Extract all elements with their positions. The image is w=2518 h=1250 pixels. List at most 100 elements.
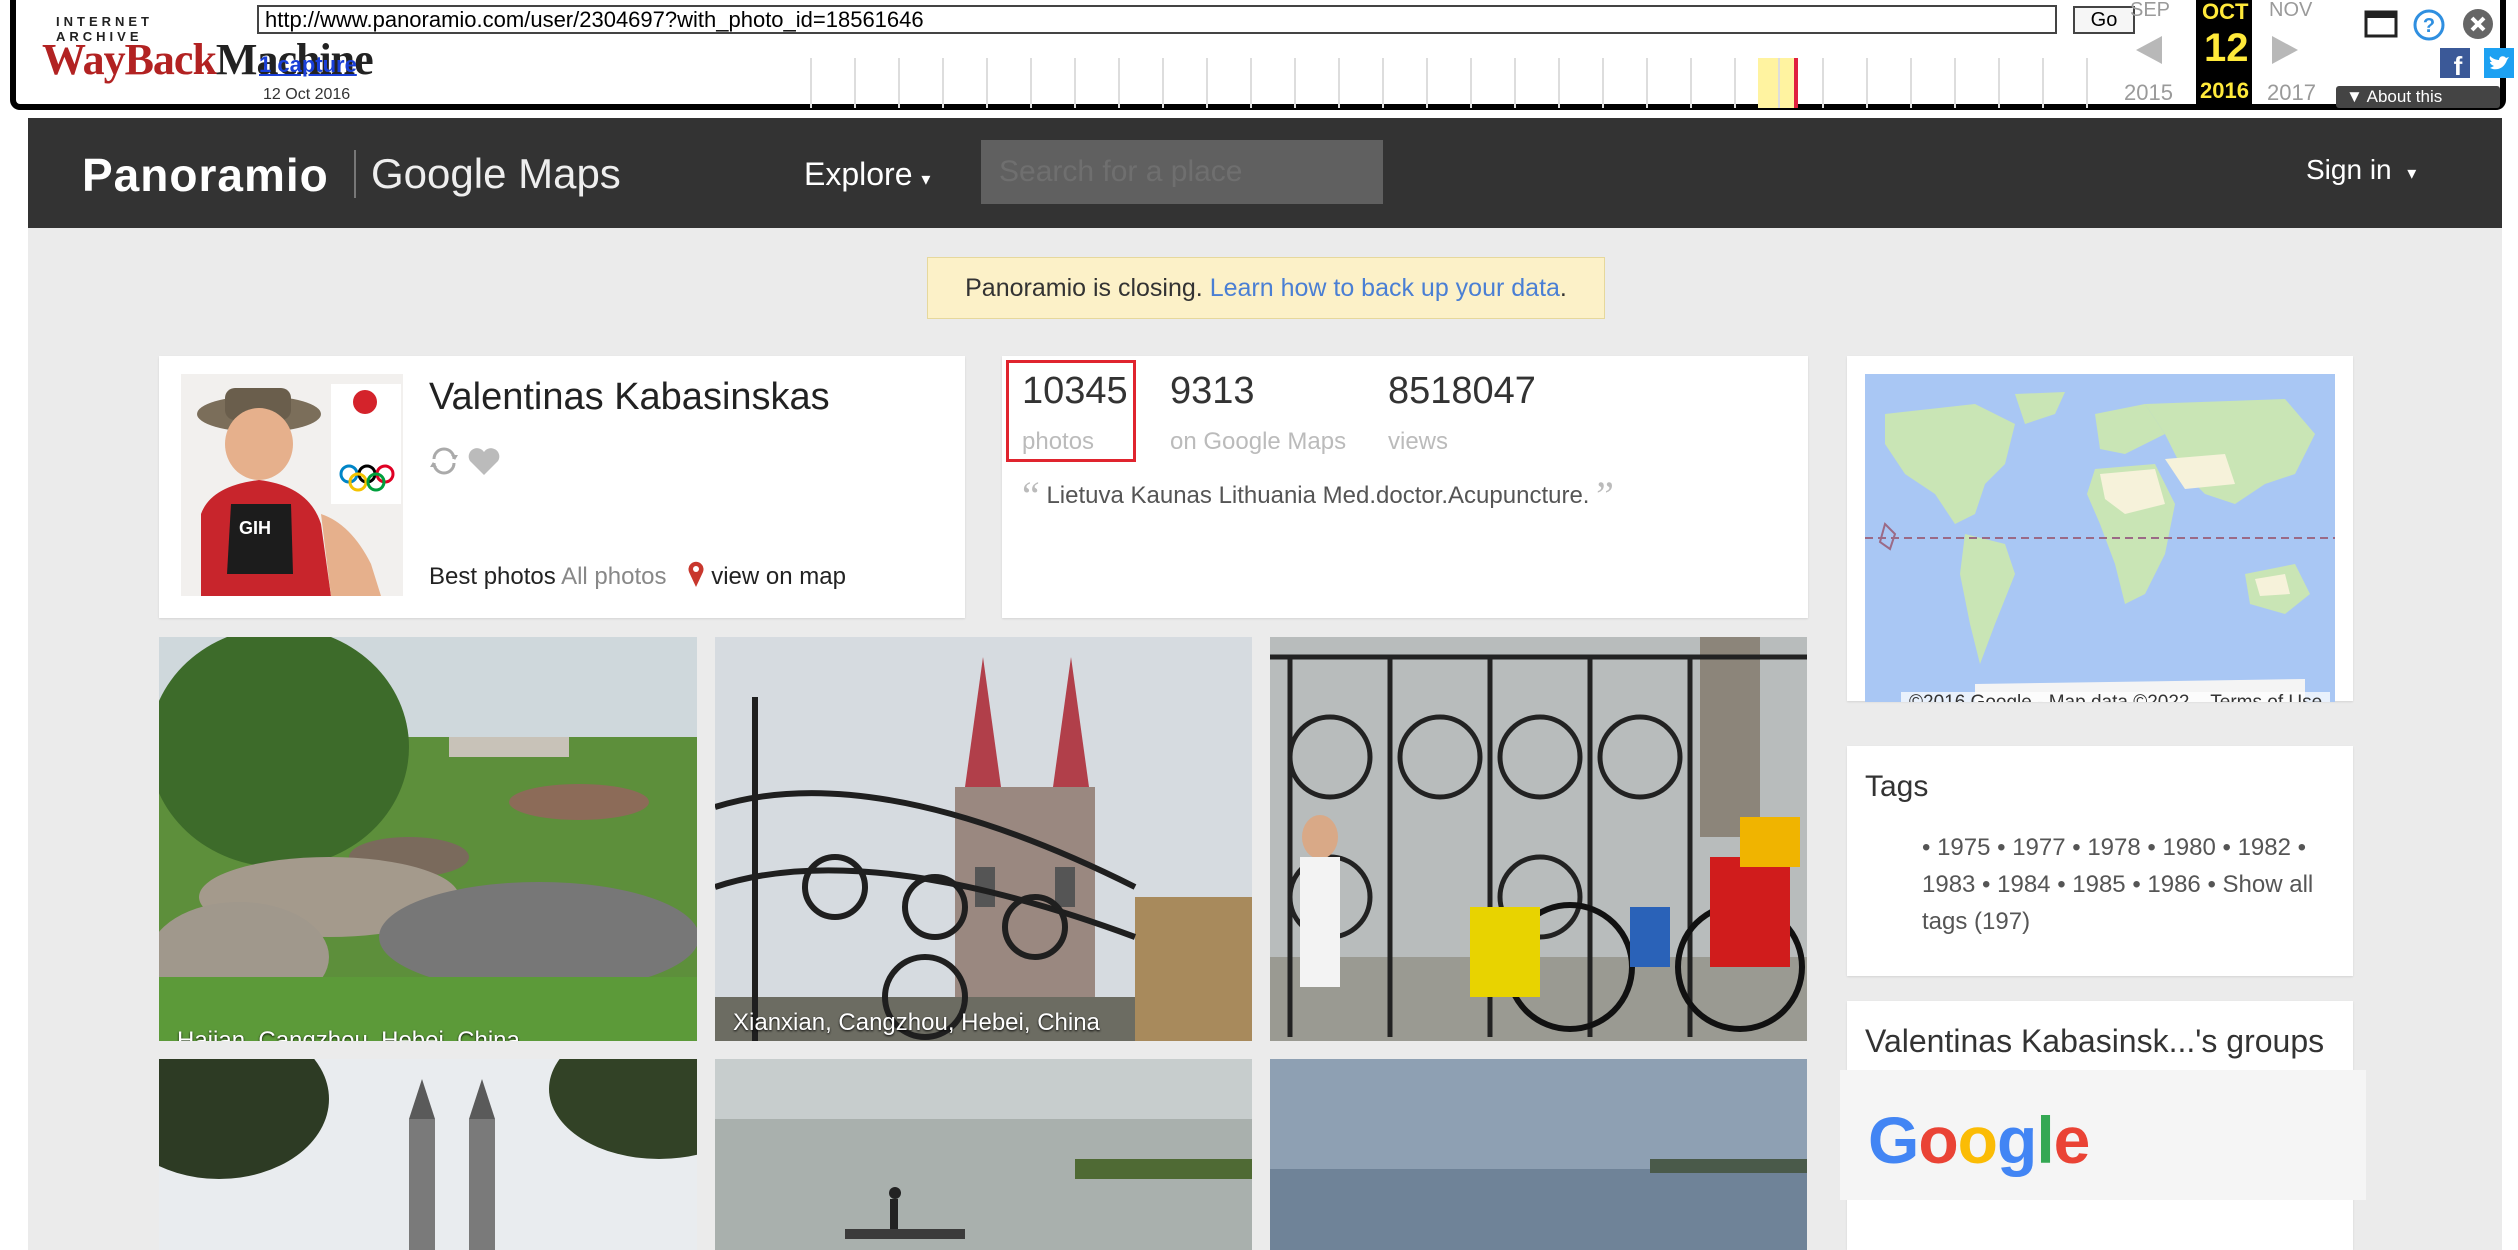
world-map[interactable]: ©2016 Google - Map data ©2022 Terms of U…	[1865, 374, 2335, 702]
stats-card: 10345 photos 9313 on Google Maps 8518047…	[1002, 356, 1808, 618]
about-capture-button[interactable]: ▼ About this capture	[2336, 86, 2500, 128]
views-label: views	[1388, 428, 1449, 455]
next-month[interactable]: NOV	[2269, 0, 2312, 22]
capture-date: 12 Oct 2016	[263, 86, 351, 103]
sparkline-tick	[986, 58, 988, 108]
best-photos-link[interactable]: Best photos	[429, 563, 556, 590]
sync-icon[interactable]	[429, 446, 459, 476]
next-arrow-icon[interactable]	[2272, 36, 2298, 64]
photo-tile[interactable]: Xianxian, Cangzhou, Hebei, China	[715, 637, 1252, 1041]
svg-text:f: f	[2454, 51, 2463, 78]
next-year[interactable]: 2017	[2267, 80, 2316, 106]
sparkline-tick	[1602, 58, 1604, 108]
sparkline-tick	[1910, 58, 1912, 108]
photo-tile[interactable]: Haijan, Cangzhou, Hebei, China	[159, 637, 697, 1041]
photo-filter: Best photos All photos view on map	[429, 560, 846, 591]
facebook-icon[interactable]: f	[2440, 48, 2470, 78]
backup-link[interactable]: Learn how to back up your data	[1210, 274, 1560, 302]
photo-caption: Xianxian, Cangzhou, Hebei, China	[733, 1009, 1100, 1036]
sparkline-tick	[1514, 58, 1516, 108]
chevron-down-icon: ▾	[921, 169, 931, 189]
views-count: 8518047	[1388, 370, 1536, 412]
help-icon[interactable]: ?	[2412, 8, 2446, 42]
sparkline-tick	[1954, 58, 1956, 108]
google-maps-label: on Google Maps	[1170, 428, 1347, 455]
captures-link[interactable]: 1 capture	[259, 52, 357, 78]
twitter-icon[interactable]	[2484, 48, 2514, 78]
panoramio-page: Panoramio Google Maps Explore ▾ Sign in …	[28, 118, 2502, 1250]
sparkline-tick	[2086, 58, 2088, 108]
user-name: Valentinas Kabasinskas	[429, 376, 830, 418]
current-month: OCT	[2202, 0, 2249, 24]
all-photos-link[interactable]: All photos	[561, 563, 666, 590]
current-day: 12	[2204, 26, 2249, 70]
signin-button[interactable]: Sign in ▾	[2306, 154, 2416, 186]
terms-link[interactable]: Terms of Use	[2210, 692, 2322, 702]
photo-tile[interactable]	[159, 1059, 697, 1250]
sparkline-tick	[1734, 58, 1736, 108]
google-maps-label[interactable]: Google Maps	[371, 150, 621, 198]
view-on-map-link[interactable]: view on map	[687, 561, 846, 590]
wayback-url-input[interactable]	[257, 5, 2057, 34]
closing-notice: Panoramio is closing. Learn how to back …	[927, 257, 1605, 319]
photo-tile[interactable]	[715, 1059, 1252, 1250]
google-widget: Google	[1840, 1070, 2366, 1200]
sparkline-tick	[1074, 58, 1076, 108]
map-pin-icon	[688, 561, 704, 587]
sparkline-tick	[1338, 58, 1340, 108]
close-icon[interactable]	[2462, 8, 2494, 40]
search-input[interactable]	[981, 140, 1383, 204]
panoramio-logo[interactable]: Panoramio	[82, 148, 329, 202]
heart-icon[interactable]	[467, 448, 501, 476]
map-attribution: ©2016 Google - Map data ©2022 Terms of U…	[1901, 692, 2331, 702]
sparkline-tick	[1470, 58, 1472, 108]
sparkline-tick	[1030, 58, 1032, 108]
capture-sparkline[interactable]	[810, 58, 2136, 108]
go-button[interactable]: Go	[2073, 6, 2135, 34]
current-year: 2016	[2200, 78, 2249, 103]
photo-caption: Haijan, Cangzhou, Hebei, China	[177, 1027, 520, 1041]
profile-card: GIH Valentinas Kabasinskas Best photos A…	[159, 356, 965, 618]
sparkline-tick	[1118, 58, 1120, 108]
photos-label: photos	[1022, 428, 1095, 455]
sparkline-current-marker	[1794, 58, 1798, 108]
svg-text:?: ?	[2423, 15, 2435, 37]
prev-arrow-icon[interactable]	[2136, 36, 2162, 64]
sparkline-tick	[1646, 58, 1648, 108]
photo-tile[interactable]	[1270, 637, 1807, 1041]
explore-menu[interactable]: Explore ▾	[804, 156, 930, 193]
sparkline-tick	[1162, 58, 1164, 108]
sparkline-tick	[1426, 58, 1428, 108]
sparkline-tick	[1822, 58, 1824, 108]
photos-count[interactable]: 10345	[1022, 370, 1128, 413]
prev-year[interactable]: 2015	[2124, 80, 2173, 106]
sparkline-tick	[1558, 58, 1560, 108]
sparkline-tick	[1382, 58, 1384, 108]
svg-text:GIH: GIH	[239, 518, 271, 538]
tags-list[interactable]: • 1975 • 1977 • 1978 • 1980 • 1982 • 198…	[1922, 829, 2342, 940]
sparkline-tick	[1250, 58, 1252, 108]
sparkline-tick	[898, 58, 900, 108]
sparkline-tick	[1294, 58, 1296, 108]
photo-tile[interactable]	[1270, 1059, 1807, 1250]
groups-title: Valentinas Kabasinsk...'s groups	[1865, 1023, 2325, 1059]
wayback-logo[interactable]: INTERNET ARCHIVE WayBackMachine	[42, 14, 374, 94]
chevron-down-icon: ▾	[2407, 163, 2417, 183]
window-icon[interactable]	[2364, 10, 2398, 38]
google-logo[interactable]: Google	[1868, 1102, 2090, 1178]
google-maps-count[interactable]: 9313	[1170, 370, 1255, 413]
open-quote-icon: “	[1022, 473, 1040, 518]
sparkline-tick	[1206, 58, 1208, 108]
brand-separator	[354, 150, 356, 198]
map-card: ©2016 Google - Map data ©2022 Terms of U…	[1847, 356, 2353, 702]
sparkline-tick	[1690, 58, 1692, 108]
wayback-toolbar: INTERNET ARCHIVE WayBackMachine Go 1 cap…	[10, 0, 2514, 128]
sparkline-tick	[810, 58, 812, 108]
tags-title: Tags	[1865, 770, 1929, 803]
sparkline-tick	[2042, 58, 2044, 108]
close-quote-icon: ”	[1596, 473, 1614, 518]
sparkline-tick	[854, 58, 856, 108]
sparkline-tick	[1778, 58, 1780, 108]
avatar[interactable]: GIH	[181, 374, 403, 596]
prev-month[interactable]: SEP	[2130, 0, 2170, 22]
